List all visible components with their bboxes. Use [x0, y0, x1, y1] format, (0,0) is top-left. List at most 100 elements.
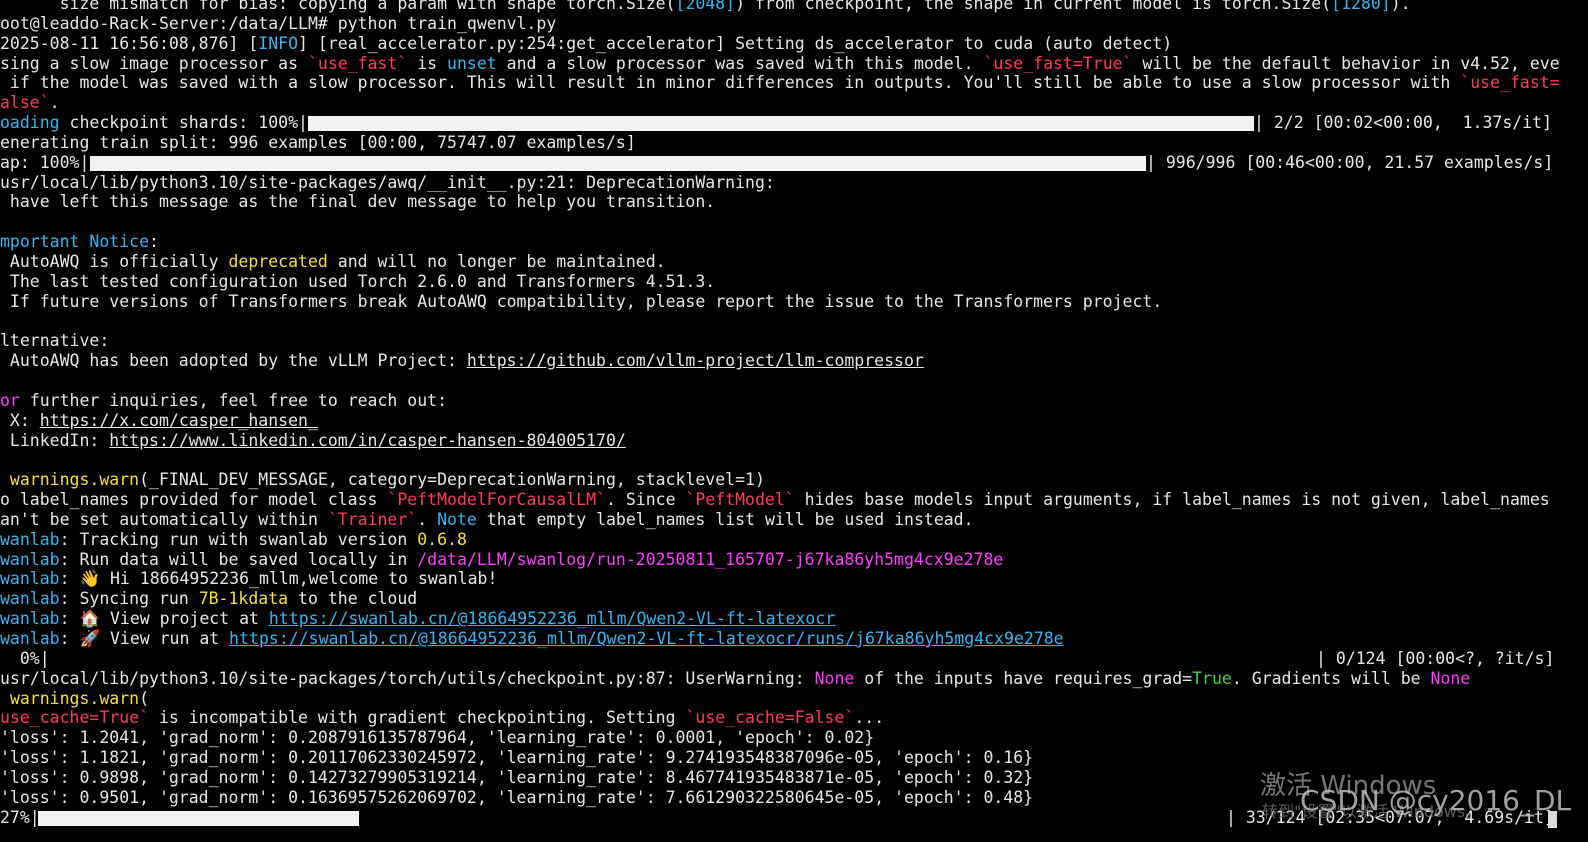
line-text: warnings.warn: [0, 470, 140, 490]
terminal-line: AutoAWQ has been adopted by the vLLM Pro…: [0, 351, 1588, 371]
line-text: deprecated: [228, 251, 328, 271]
terminal-window[interactable]: { "terminal": { "lines": [ { "segs": [ {…: [0, 0, 1588, 842]
line-text: Notice: [89, 232, 150, 252]
line-text: size mismatch for bias: copying a param …: [0, 0, 676, 13]
line-text: ).: [1390, 0, 1411, 13]
line-text: an't be set automatically within: [0, 509, 328, 529]
line-text: X:: [0, 410, 40, 430]
terminal-output[interactable]: size mismatch for bias: copying a param …: [0, 0, 1588, 827]
terminal-line: AutoAWQ is officially deprecated and wil…: [0, 252, 1588, 272]
line-text: ...: [854, 708, 885, 728]
line-text: . Since: [605, 490, 686, 510]
line-text: .: [417, 509, 438, 529]
line-text: INFO: [258, 33, 299, 53]
line-text: and a slow processor was saved with this…: [496, 53, 984, 73]
hyperlink[interactable]: https://x.com/casper_hansen_: [40, 411, 318, 430]
progress-bar-fill: [38, 810, 359, 826]
line-text: is incompatible with gradient checkpoint…: [149, 708, 686, 728]
line-text: alse`: [0, 93, 50, 113]
progress-stats: | 0/124 [00:00<?, ?it/s]: [1316, 648, 1555, 668]
line-text: : 🚀 View run at: [59, 629, 230, 648]
line-text: `PeftModelForCausalLM`: [387, 490, 606, 510]
line-text: (: [139, 688, 150, 708]
line-text: .: [49, 93, 60, 113]
progress-stats: | 996/996 [00:46<00:00, 21.57 examples/s…: [1146, 152, 1554, 172]
line-text: AutoAWQ has been adopted by the vLLM Pro…: [0, 351, 467, 371]
line-text: ap: 100%|: [0, 152, 90, 172]
progress-stats: | 2/2 [00:02<00:00, 1.37s/it]: [1254, 113, 1553, 133]
terminal-cursor: [1548, 811, 1557, 828]
terminal-line: if the model was saved with a slow proce…: [0, 73, 1588, 93]
hyperlink[interactable]: https://swanlab.cn/@18664952236_mllm/Qwe…: [269, 609, 835, 628]
line-text: wanlab: [0, 529, 60, 549]
line-text: wanlab: [0, 629, 60, 648]
line-text: mportant: [0, 232, 90, 252]
line-text: AutoAWQ is officially: [0, 251, 229, 271]
progress-line: ap: 100%| | 996/996 [00:46<00:00, 21.57 e…: [0, 153, 1588, 173]
line-text: wanlab: [0, 589, 60, 609]
progress-bar-fill: [308, 116, 1254, 132]
line-text: use_cache=True`: [0, 708, 150, 728]
line-text: will be the default behavior in v4.52, e…: [1132, 53, 1560, 73]
line-text: True: [1192, 668, 1232, 688]
line-text: LinkedIn:: [0, 430, 110, 450]
line-text: : Tracking run with swanlab version: [59, 529, 418, 549]
terminal-line: use_cache=True` is incompatible with gra…: [0, 708, 1588, 728]
progress-bar-fill: [90, 155, 1146, 171]
line-text: `use_cache=False`: [685, 708, 855, 728]
line-text: 'loss': 1.2041, 'grad_norm': 0.208791613…: [0, 728, 875, 748]
terminal-line: size mismatch for bias: copying a param …: [0, 0, 1588, 14]
line-text: `use_fast=True`: [983, 53, 1133, 73]
line-text: 2025-08-11 16:56:08,876] [: [0, 33, 259, 53]
line-text: if the model was saved with a slow proce…: [0, 73, 1461, 93]
line-text: wanlab: [0, 569, 60, 589]
terminal-line: have left this message as the final dev …: [0, 192, 1588, 212]
terminal-line: The last tested configuration used Torch…: [0, 272, 1588, 292]
line-text: 7B-1kdata: [198, 589, 289, 609]
line-text: of the inputs have requires_grad=: [854, 668, 1193, 688]
terminal-line: lternative:: [0, 331, 1588, 351]
line-text: checkpoint shards: 100%|: [59, 113, 308, 133]
terminal-line: wanlab: 🚀 View run at https://swanlab.cn…: [0, 629, 1588, 649]
line-text: warnings.warn: [0, 688, 140, 708]
terminal-line: usr/local/lib/python3.10/site-packages/a…: [0, 173, 1588, 193]
terminal-line: LinkedIn: https://www.linkedin.com/in/ca…: [0, 431, 1588, 451]
line-text: usr/local/lib/python3.10/site-packages/t…: [0, 668, 815, 688]
line-text: None: [1430, 668, 1471, 688]
line-text: `use_fast=: [1460, 73, 1560, 93]
line-text: 'loss': 0.9898, 'grad_norm': 0.142732799…: [0, 767, 1034, 787]
line-text: sing a slow image processor as: [0, 53, 308, 73]
line-text: have left this message as the final dev …: [0, 192, 716, 212]
line-text: None: [814, 668, 855, 688]
line-text: `PeftModel`: [685, 490, 795, 510]
line-text: ) from checkpoint, the shape in current …: [735, 0, 1332, 13]
line-text: 'loss': 1.1821, 'grad_norm': 0.201170623…: [0, 748, 1034, 768]
line-text: further inquiries, feel free to reach ou…: [19, 390, 448, 410]
line-text: : 👋 Hi 18664952236_mllm,welcome to swanl…: [59, 569, 498, 589]
hyperlink[interactable]: https://www.linkedin.com/in/casper-hanse…: [109, 431, 626, 450]
hyperlink[interactable]: https://github.com/vllm-project/llm-comp…: [467, 351, 924, 370]
line-text: oading: [0, 113, 60, 133]
line-text: : 🏠 View project at: [59, 609, 269, 629]
line-text: oot@leaddo-Rack-Server:/data/LLM# python…: [0, 13, 557, 33]
line-text: wanlab: [0, 609, 60, 629]
csdn-watermark: CSDN @cy2016_DL: [1300, 784, 1572, 817]
terminal-line: wanlab: 👋 Hi 18664952236_mllm,welcome to…: [0, 569, 1588, 589]
line-text: 27%|: [0, 807, 40, 827]
terminal-line: sing a slow image processor as `use_fast…: [0, 54, 1588, 74]
line-text: and will no longer be maintained.: [327, 251, 666, 271]
line-text: Note: [437, 509, 477, 529]
progress-line: oading checkpoint shards: 100%| | 2/2 [00…: [0, 113, 1588, 133]
line-text: (_FINAL_DEV_MESSAGE, category=Deprecatio…: [139, 470, 765, 490]
line-text: 0.6.8: [417, 529, 467, 549]
terminal-line: 2025-08-11 16:56:08,876] [INFO] [real_ac…: [0, 34, 1588, 54]
hyperlink[interactable]: https://swanlab.cn/@18664952236_mllm/Qwe…: [229, 629, 1063, 648]
line-text: : Run data will be saved locally in: [59, 549, 418, 569]
terminal-line: wanlab: Tracking run with swanlab versio…: [0, 530, 1588, 550]
line-text: The last tested configuration used Torch…: [0, 271, 716, 291]
terminal-line: wanlab: 🏠 View project at https://swanla…: [0, 609, 1588, 629]
